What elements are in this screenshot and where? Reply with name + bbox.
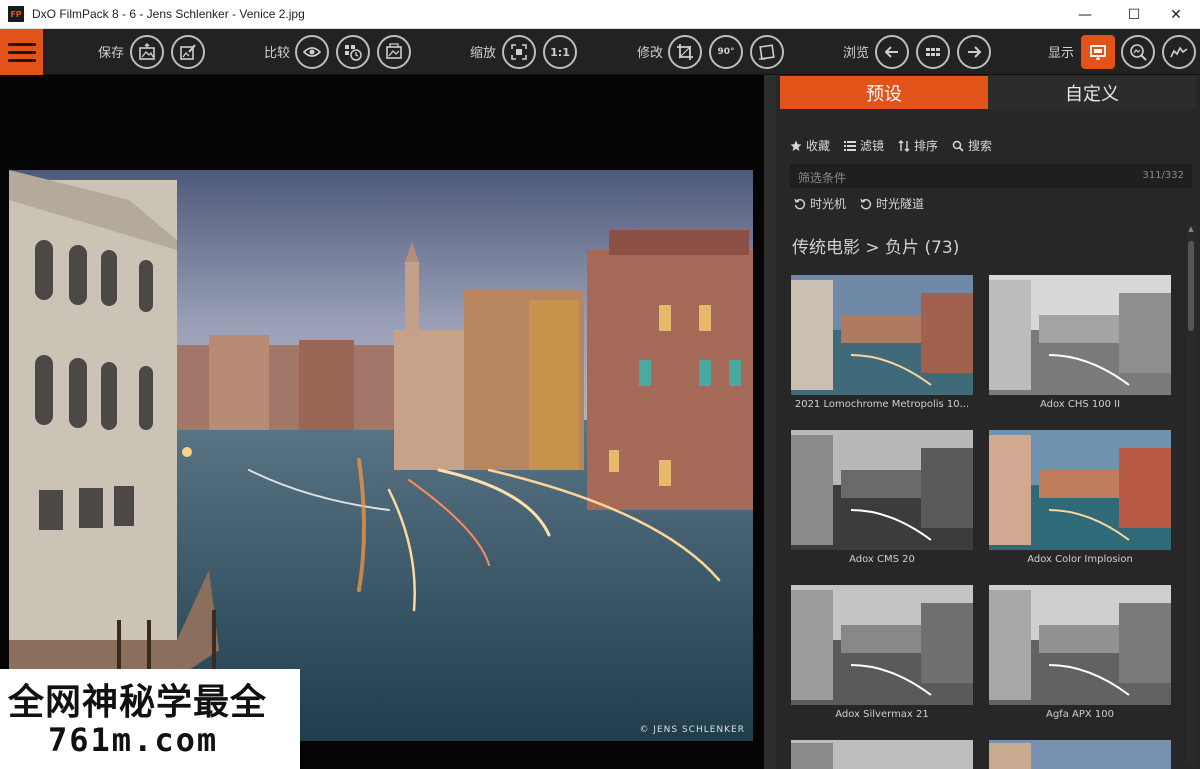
title-bar: FP DxO FilmPack 8 - 6 - Jens Schlenker -… [0, 0, 1200, 29]
preset-preview-image [791, 585, 973, 705]
preset-preview-image [989, 585, 1171, 705]
hamburger-menu-button[interactable] [0, 29, 43, 75]
time-machine-button[interactable]: 时光机 [794, 195, 846, 212]
time-machine-icon [794, 198, 806, 209]
watermark-text: 全网神秘学最全 [8, 682, 268, 723]
preset-label: Adox Silvermax 21 [835, 709, 929, 720]
preset-preview-image [989, 740, 1171, 769]
preset-preview-image [989, 275, 1171, 395]
filter-criteria-label: 筛选条件 [798, 171, 847, 185]
histogram-icon [1170, 46, 1188, 58]
preset-label: Adox Color Implosion [1027, 554, 1133, 565]
compare-before-after-button[interactable] [295, 35, 329, 69]
crop-button[interactable] [668, 35, 702, 69]
panel-splitter[interactable] [764, 75, 776, 769]
previous-image-button[interactable] [875, 35, 909, 69]
favorites-button[interactable]: 收藏 [790, 137, 830, 154]
display-screen-button[interactable] [1081, 35, 1115, 69]
app-logo: FP [8, 6, 24, 22]
minimize-button[interactable]: — [1062, 0, 1108, 29]
grid-clock-icon [345, 45, 362, 61]
zoom-100-button[interactable]: 1:1 [543, 35, 577, 69]
site-watermark: 全网神秘学最全 761m.com [0, 669, 300, 769]
star-icon [790, 140, 802, 151]
preset-label: Adox CMS 20 [849, 554, 915, 565]
preset-preview-image [989, 430, 1171, 550]
preset-label: 2021 Lomochrome Metropolis 10... [794, 399, 970, 410]
browse-group-label: 浏览 [843, 46, 870, 61]
split-image-icon [386, 43, 402, 59]
image-viewer[interactable]: © JENS SCHLENKER [0, 75, 764, 769]
filters-button[interactable]: 滤镜 [844, 137, 884, 154]
display-group-label: 显示 [1048, 46, 1075, 61]
scroll-up-arrow-icon[interactable]: ▲ [1186, 225, 1196, 237]
sort-icon [898, 139, 910, 152]
presets-panel: 预设 自定义 收藏 滤镜 排序 搜索 筛选条件 311/332 时光机 时光隧道… [776, 75, 1200, 769]
crop-icon [677, 44, 693, 60]
export-edit-button[interactable] [171, 35, 205, 69]
rotate-90-button[interactable]: 90° [709, 35, 743, 69]
preset-thumbnail[interactable] [989, 740, 1171, 769]
preset-thumbnail[interactable] [791, 740, 973, 769]
preset-thumbnail[interactable] [989, 585, 1171, 705]
close-button[interactable]: ✕ [1153, 0, 1199, 29]
preset-thumbnail[interactable] [791, 275, 973, 395]
filter-toolbar: 收藏 滤镜 排序 搜索 [790, 137, 992, 154]
time-tunnel-button[interactable]: 时光隧道 [860, 195, 924, 212]
monitor-icon [1090, 45, 1106, 60]
straighten-icon [759, 44, 775, 60]
hamburger-icon [7, 42, 36, 46]
photo-copyright: © JENS SCHLENKER [639, 725, 745, 735]
arrow-left-icon [884, 46, 898, 58]
maximize-button[interactable]: ☐ [1111, 0, 1157, 29]
preset-count: 311/332 [1142, 170, 1184, 181]
filter-criteria-field[interactable]: 筛选条件 311/332 [790, 164, 1192, 188]
window-title: DxO FilmPack 8 - 6 - Jens Schlenker - Ve… [32, 7, 305, 21]
export-image-icon [139, 43, 155, 60]
venice-photo-image [9, 170, 753, 741]
grid-icon [926, 48, 940, 56]
main-photo[interactable]: © JENS SCHLENKER [9, 170, 753, 741]
fit-screen-icon [511, 44, 527, 60]
zoom-fit-button[interactable] [502, 35, 536, 69]
presets-scrollbar[interactable]: ▲ [1186, 225, 1196, 765]
browser-grid-button[interactable] [916, 35, 950, 69]
compare-split-button[interactable] [377, 35, 411, 69]
compare-history-button[interactable] [336, 35, 370, 69]
time-tools-row: 时光机 时光隧道 [794, 195, 924, 212]
export-image-button[interactable] [130, 35, 164, 69]
compare-group-label: 比较 [264, 46, 291, 61]
histogram-button[interactable] [1162, 35, 1196, 69]
category-title: 传统电影 > 负片 (73) [792, 238, 960, 258]
preset-thumbnail[interactable] [791, 585, 973, 705]
search-icon [952, 140, 964, 152]
save-group-label: 保存 [98, 46, 125, 61]
edit-group-label: 修改 [637, 46, 664, 61]
preset-label: Adox CHS 100 II [1039, 399, 1121, 410]
watermark-url: 761m.com [48, 721, 219, 759]
list-filter-icon [844, 140, 857, 151]
preset-thumbnail[interactable] [791, 430, 973, 550]
tab-custom[interactable]: 自定义 [988, 76, 1196, 109]
preset-preview-image [791, 740, 973, 769]
time-tunnel-icon [860, 198, 872, 209]
preset-preview-image [791, 430, 973, 550]
image-edit-icon [180, 44, 196, 60]
next-image-button[interactable] [957, 35, 991, 69]
magnifier-image-icon [1130, 44, 1147, 61]
main-toolbar: 保存 比较 缩放 1:1 修改 90° 浏览 显示 [0, 29, 1200, 75]
zoom-group-label: 缩放 [470, 46, 497, 61]
preset-label: Agfa APX 100 [1045, 709, 1114, 720]
preset-thumbnail[interactable] [989, 275, 1171, 395]
scrollbar-thumb[interactable] [1188, 241, 1194, 331]
preset-thumbnail[interactable] [989, 430, 1171, 550]
eye-icon [303, 47, 321, 57]
search-button[interactable]: 搜索 [952, 137, 992, 154]
preset-preview-image [791, 275, 973, 395]
arrow-right-icon [968, 46, 982, 58]
straighten-button[interactable] [750, 35, 784, 69]
loupe-button[interactable] [1121, 35, 1155, 69]
sort-button[interactable]: 排序 [898, 137, 938, 154]
tab-presets[interactable]: 预设 [780, 76, 988, 109]
